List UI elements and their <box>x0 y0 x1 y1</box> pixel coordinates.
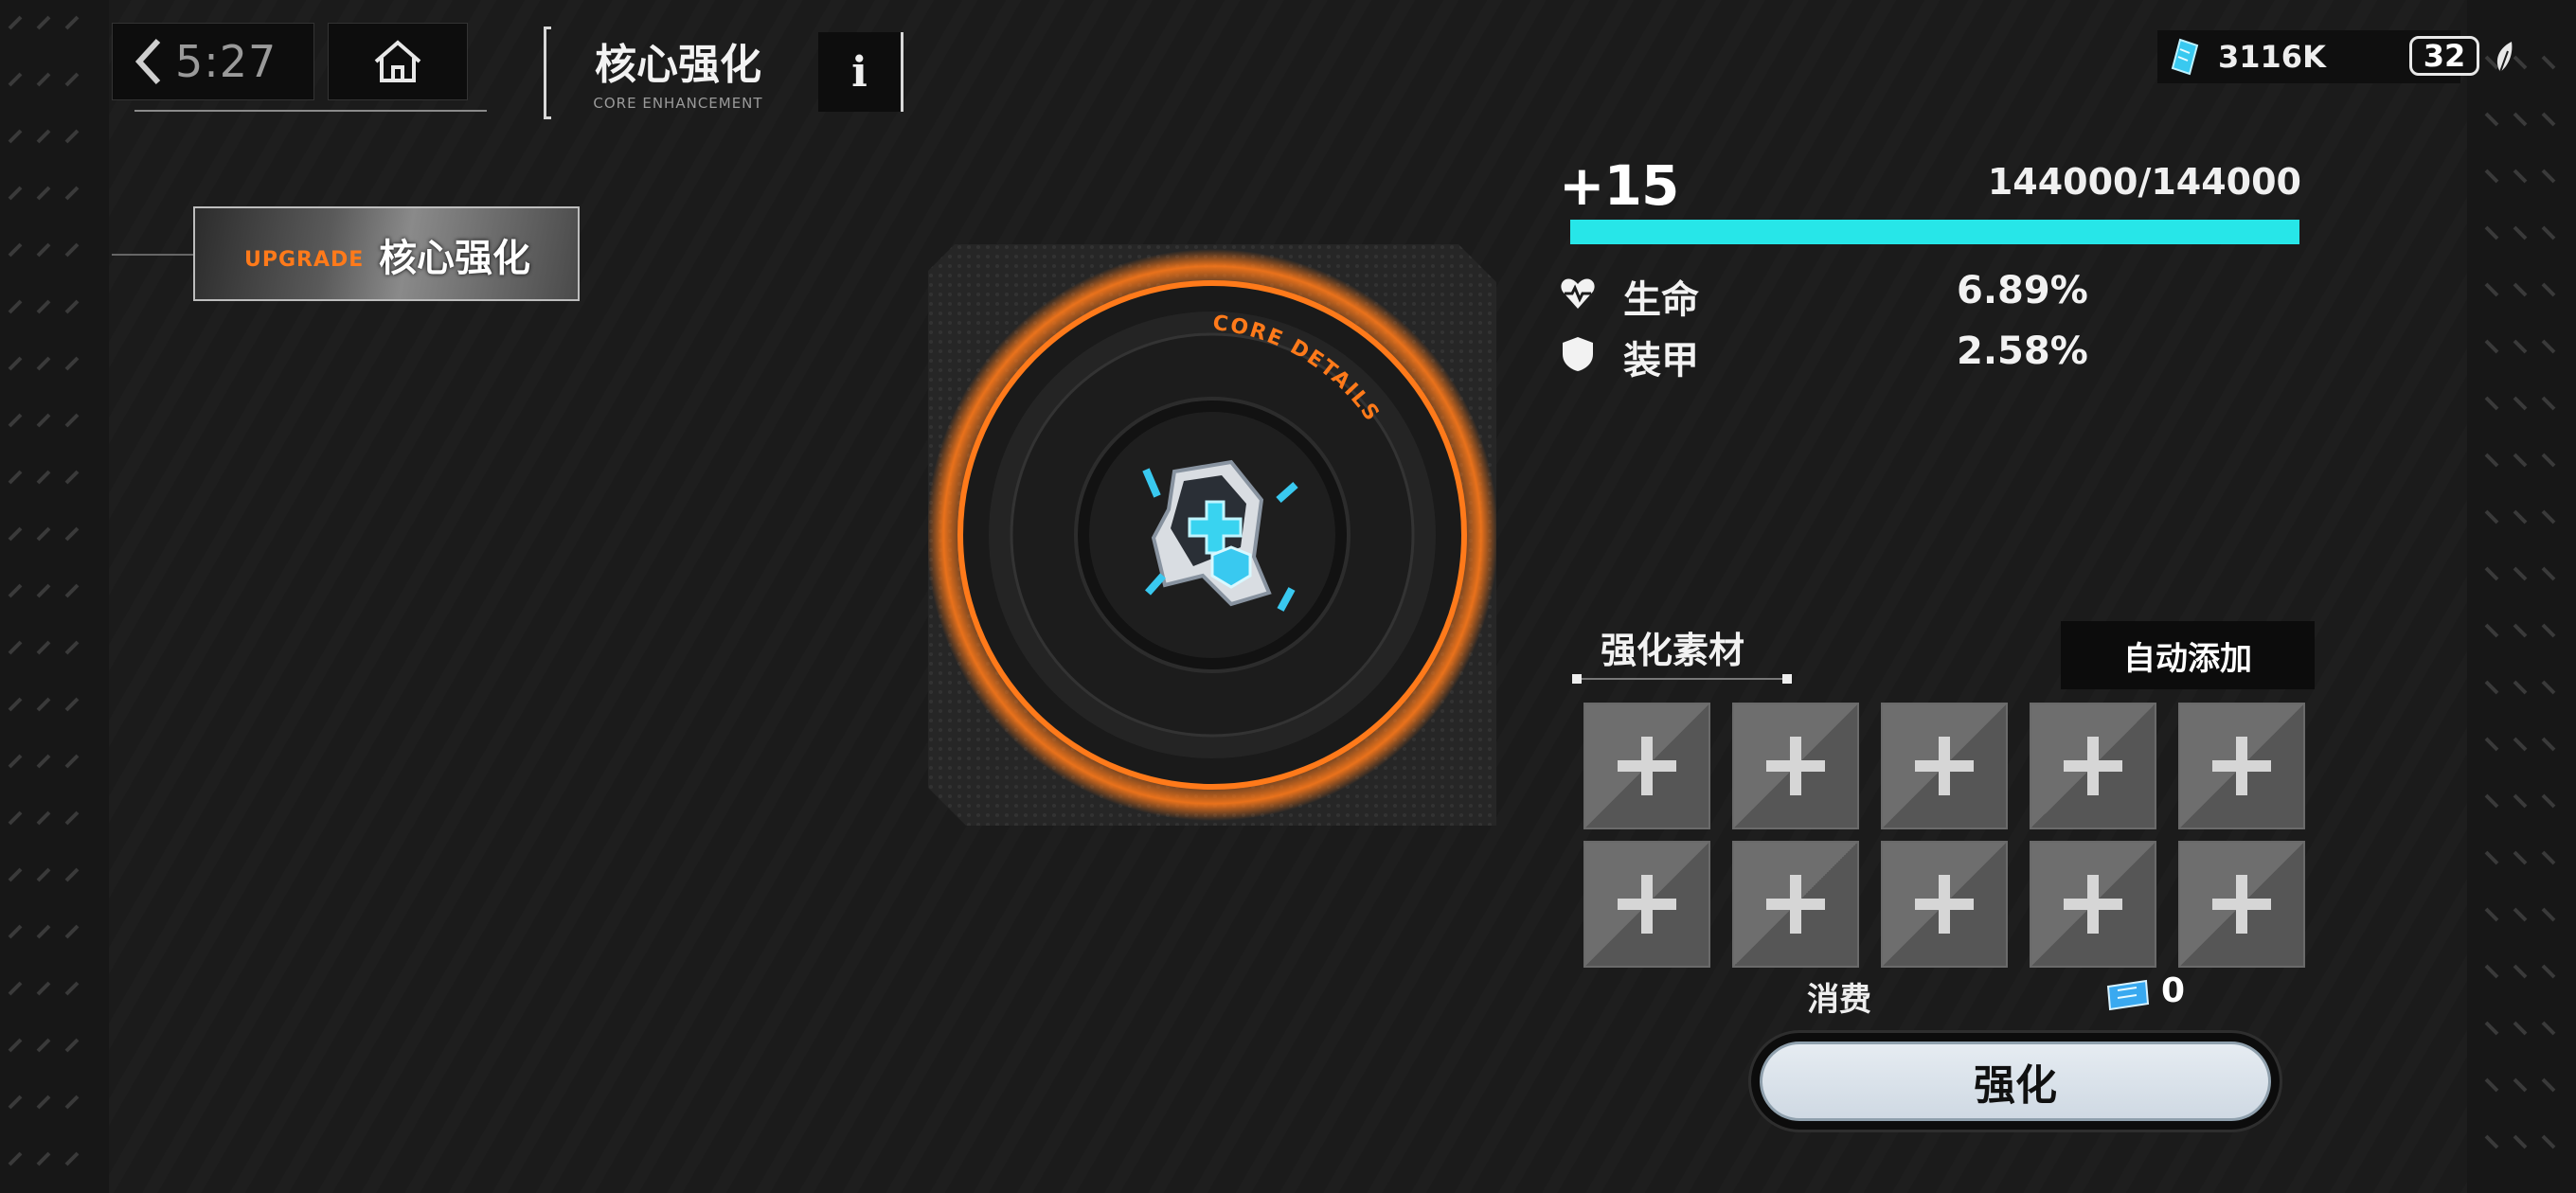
underline-dot <box>1572 674 1582 684</box>
plus-icon <box>1618 737 1676 795</box>
cost-label: 消费 <box>1807 981 1871 1019</box>
material-slot[interactable] <box>2030 841 2156 968</box>
home-icon <box>374 40 421 82</box>
material-slot[interactable] <box>1732 841 1859 968</box>
clock-time: 5:27 <box>175 36 277 87</box>
leaf-icon <box>2496 42 2513 73</box>
tab-en-label: UPGRADE <box>244 248 365 272</box>
plus-icon <box>2064 737 2122 795</box>
tab-core-upgrade[interactable]: UPGRADE 核心强化 <box>193 206 580 301</box>
strengthen-button[interactable]: 强化 <box>1760 1042 2271 1121</box>
tab-connector-line <box>112 254 195 256</box>
plus-icon <box>1915 875 1974 934</box>
materials-title-underline <box>1576 678 1788 680</box>
back-button[interactable]: 5:27 <box>112 23 314 100</box>
tab-cn-label: 核心强化 <box>379 237 530 280</box>
stat-value: 6.89% <box>1957 269 2088 312</box>
page-title-block: 核心强化 CORE ENHANCEMENT <box>544 27 813 119</box>
plus-icon <box>2212 875 2271 934</box>
player-level-badge: 32 <box>2409 36 2479 76</box>
auto-add-button[interactable]: 自动添加 <box>2061 621 2315 689</box>
topbar-underline <box>134 110 487 112</box>
material-slot[interactable] <box>1583 703 1710 829</box>
left-decor-strip <box>0 0 109 1193</box>
stat-label: 装甲 <box>1623 339 1699 383</box>
material-slot[interactable] <box>2178 841 2305 968</box>
plus-icon <box>1915 737 1974 795</box>
stat-label: 生命 <box>1623 278 1699 322</box>
material-slot[interactable] <box>1732 703 1859 829</box>
heart-icon <box>1561 278 1595 309</box>
chevron-left-icon <box>134 38 161 85</box>
underline-dot <box>1782 674 1792 684</box>
plus-icon <box>1766 875 1825 934</box>
stat-row-hp: 生命 6.89% <box>1559 267 2146 322</box>
material-slot[interactable] <box>1881 703 2008 829</box>
exp-progress-text: 144000/144000 <box>1987 161 2301 203</box>
plus-icon <box>2064 875 2122 934</box>
plus-icon <box>1766 737 1825 795</box>
enhance-level: +15 <box>1559 153 1679 218</box>
page-subtitle: CORE ENHANCEMENT <box>593 95 763 112</box>
shield-icon <box>1563 337 1593 371</box>
home-button[interactable] <box>328 23 468 100</box>
info-button[interactable]: i <box>818 32 903 112</box>
right-decor-strip <box>2467 0 2576 1193</box>
core-display: CORE DETAILS <box>928 244 1496 826</box>
material-slot-grid <box>1583 703 2309 968</box>
stat-row-armor: 装甲 2.58% <box>1559 328 2146 383</box>
exp-progress-bar <box>1570 220 2299 244</box>
cost-value: 0 <box>2161 971 2186 1010</box>
plus-icon <box>2212 737 2271 795</box>
exp-progress-fill <box>1570 220 2299 244</box>
material-slot[interactable] <box>1881 841 2008 968</box>
materials-title: 强化素材 <box>1601 630 1745 671</box>
currency-value: 3116K <box>2218 39 2326 75</box>
gem-ticket-icon <box>2171 38 2199 76</box>
material-slot[interactable] <box>2030 703 2156 829</box>
gem-ticket-icon <box>2106 979 2150 1011</box>
page-title: 核心强化 <box>595 41 761 89</box>
plus-icon <box>1618 875 1676 934</box>
material-slot[interactable] <box>1583 841 1710 968</box>
material-slot[interactable] <box>2178 703 2305 829</box>
stat-value: 2.58% <box>1957 329 2088 373</box>
